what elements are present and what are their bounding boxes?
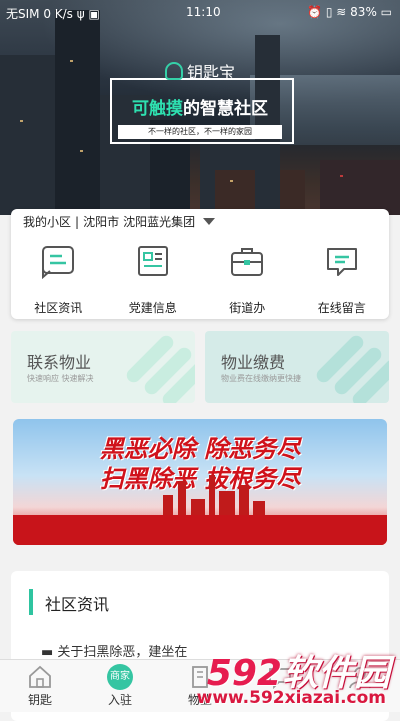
banner-red-base [13, 515, 387, 545]
entry-online-message[interactable]: 在线留言 [295, 239, 390, 317]
watermark-url: www.592xiazai.com [196, 688, 386, 708]
hero-sub-slogan: 不一样的社区，不一样的家园 [118, 125, 282, 139]
tab-join[interactable]: 商家 入驻 [80, 660, 160, 712]
brand-logo: 钥匙宝 [160, 58, 240, 84]
community-city: 沈阳市 [83, 215, 120, 229]
slogan-highlight: 可触摸 [132, 99, 183, 119]
key-logo-icon [164, 62, 183, 80]
property-payment-tile[interactable]: 物业缴费 物业费在线缴纳更快捷 [205, 331, 389, 403]
chat-list-icon [42, 246, 75, 279]
quick-entry-grid: 社区资讯 党建信息 街道办 在线留言 [11, 239, 389, 317]
tile-title: 物业缴费 [221, 353, 286, 372]
tile-desc: 物业费在线缴纳更快捷 [221, 374, 301, 383]
entry-community-news[interactable]: 社区资讯 [11, 239, 106, 317]
house-icon [29, 665, 51, 688]
tile-title: 联系物业 [27, 353, 92, 372]
community-separator: | [75, 214, 80, 229]
tile-desc: 快速响应 快速解决 [27, 374, 94, 383]
brand-name: 钥匙宝 [186, 63, 235, 82]
entry-label: 街道办 [229, 301, 266, 315]
slogan-rest: 的智慧社区 [183, 99, 268, 119]
entry-label: 社区资讯 [34, 301, 83, 315]
community-card: 我的小区 | 沈阳市 沈阳蓝光集团 社区资讯 党建信息 街道办 在线留言 [11, 209, 389, 319]
news-section-title: 社区资讯 [45, 595, 110, 614]
building [55, 10, 100, 215]
hero-slogan: 可触摸的智慧社区 [115, 94, 285, 119]
message-icon [326, 248, 357, 276]
entry-party-info[interactable]: 党建信息 [106, 239, 201, 317]
building [320, 160, 400, 215]
banner-line2: 扫黑除恶 拔根务尽 [99, 465, 301, 493]
tab-label: 入驻 [107, 693, 132, 707]
site-watermark: 592软件园 www.592xiazai.com [196, 644, 396, 710]
entry-street-office[interactable]: 街道办 [200, 239, 295, 317]
community-selector[interactable]: 我的小区 | 沈阳市 沈阳蓝光集团 [23, 213, 216, 230]
status-time: 11:10 [186, 5, 221, 19]
community-label: 我的小区 [23, 215, 72, 229]
tab-label: 钥匙 [27, 693, 52, 707]
anti-crime-banner[interactable]: 黑恶必除 除恶务尽 扫黑除恶 拔根务尽 [13, 419, 387, 545]
news-item-preview[interactable]: ▬ 关于扫黑除恶，建坐在 [41, 641, 187, 660]
document-icon [137, 246, 168, 276]
community-group: 沈阳蓝光集团 [123, 215, 196, 229]
briefcase-icon [231, 248, 264, 276]
entry-label: 党建信息 [128, 301, 177, 315]
hero-banner: 无SIM 0 K/s ψ ▣ 11:10 ⏰ ▯ ≋ 83% ▭ 钥匙宝 可触摸… [0, 0, 400, 215]
merchant-icon: 商家 [107, 664, 133, 690]
tab-key[interactable]: 钥匙 [0, 660, 80, 712]
building [0, 55, 60, 215]
entry-label: 在线留言 [317, 301, 366, 315]
status-right: ⏰ ▯ ≋ 83% ▭ [307, 5, 392, 19]
dropdown-triangle-icon [203, 218, 216, 225]
status-left: 无SIM 0 K/s ψ ▣ [6, 7, 100, 21]
status-bar: 无SIM 0 K/s ψ ▣ 11:10 ⏰ ▯ ≋ 83% ▭ [0, 0, 400, 24]
contact-property-tile[interactable]: 联系物业 快速响应 快速解决 [11, 331, 195, 403]
section-accent-bar [29, 589, 33, 615]
